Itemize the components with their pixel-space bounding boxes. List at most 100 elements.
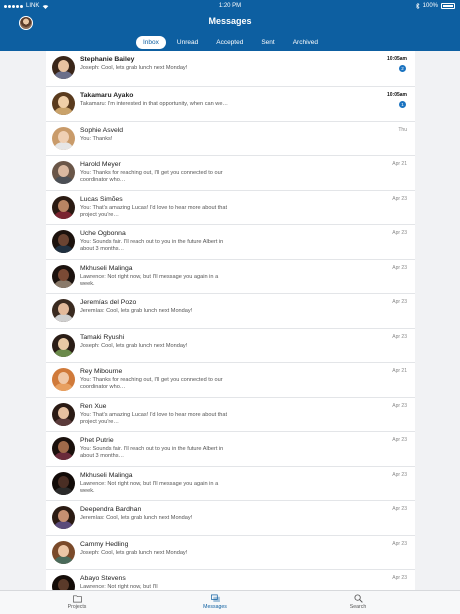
message-time: Apr 23 xyxy=(392,264,407,271)
contact-name: Abayo Stevens xyxy=(80,575,126,582)
message-preview: Lawrence: Not right now, but I'll messag… xyxy=(80,273,219,287)
message-time: Apr 23 xyxy=(392,230,407,236)
contact-name: Deependra Bardhan xyxy=(80,506,142,513)
message-time: Apr 23 xyxy=(392,402,407,409)
message-preview: You: Thanks! xyxy=(80,135,113,142)
message-row[interactable]: Deependra Bardhan Jeremías: Cool, lets gr… xyxy=(46,501,415,536)
contact-name: Takamaru Ayako xyxy=(80,92,134,99)
contact-name: Ren Xue xyxy=(80,402,107,410)
message-time: Apr 23 xyxy=(392,299,407,305)
message-preview: Jeremías: Cool, lets grab lunch next Mon… xyxy=(80,515,193,521)
message-time: 10:05am xyxy=(386,92,407,98)
battery-percent: 100% xyxy=(422,3,438,9)
avatar xyxy=(52,437,75,460)
message-row[interactable]: Rey Mibourne You: Thanks for reaching out… xyxy=(46,363,415,398)
contact-name: Rey Mibourne xyxy=(80,368,123,375)
avatar xyxy=(52,195,75,219)
message-time: Apr 23 xyxy=(392,506,407,512)
message-row[interactable]: Abayo Stevens Lawrence: Not right now, bu… xyxy=(46,570,415,590)
unread-badge: 1 xyxy=(399,101,406,108)
message-preview: You: Thanks for reaching out, I'll get y… xyxy=(80,170,223,183)
contact-name: Stephanie Bailey xyxy=(80,56,135,63)
tabbar-search[interactable]: Search xyxy=(328,594,388,610)
message-row[interactable]: Harold Meyer You: Thanks for reaching out… xyxy=(46,156,415,191)
message-row[interactable]: Cammy Hedling Joseph: Cool, lets grab lun… xyxy=(46,536,415,570)
avatar xyxy=(52,333,75,357)
messages-icon xyxy=(185,594,245,603)
avatar xyxy=(52,264,75,288)
message-time: 10:05am xyxy=(386,56,407,62)
bluetooth-icon xyxy=(415,3,420,9)
message-row[interactable]: Uche Ogbonna You: Sounds fair. I'll reach… xyxy=(46,225,415,260)
message-preview: You: Sounds fair. I'll reach out to you … xyxy=(80,239,224,252)
filter-tabs: Inbox Unread Accepted Sent Archived xyxy=(0,34,460,51)
tabbar-projects[interactable]: Projects xyxy=(47,594,107,610)
folder-icon xyxy=(47,594,107,603)
contact-name: Jeremías del Pozo xyxy=(80,299,137,306)
message-list: Stephanie Bailey Joseph: Cool, lets grab … xyxy=(46,51,415,590)
tabbar-label: Search xyxy=(349,604,367,610)
contact-name: Tamaki Ryushi xyxy=(80,333,125,341)
avatar xyxy=(52,471,75,495)
message-time: Apr 23 xyxy=(392,333,407,340)
message-preview: You: Sounds fair. I'll reach out to you … xyxy=(80,446,224,459)
message-preview: Joseph: Cool, lets grab lunch next Monda… xyxy=(80,342,188,349)
message-row[interactable]: Mkhuseli Malinga Lawrence: Not right now,… xyxy=(46,260,415,294)
avatar xyxy=(52,402,75,426)
message-preview: Lawrence: Not right now, but I'll messag… xyxy=(80,480,219,494)
message-row[interactable]: Stephanie Bailey Joseph: Cool, lets grab … xyxy=(46,51,415,87)
message-time: Apr 23 xyxy=(392,575,407,581)
contact-name: Harold Meyer xyxy=(80,161,121,168)
tab-archived[interactable]: Archived xyxy=(286,36,325,49)
clock: 1:20 PM xyxy=(218,3,242,9)
unread-badge: 2 xyxy=(399,65,406,72)
contact-name: Mkhuseli Malinga xyxy=(80,264,133,272)
avatar xyxy=(52,575,75,590)
message-time: Apr 21 xyxy=(392,368,407,374)
tab-unread[interactable]: Unread xyxy=(170,36,205,49)
message-row[interactable]: Jeremías del Pozo Jeremías: Cool, lets gr… xyxy=(46,294,415,329)
message-row[interactable]: Phet Putrie You: Sounds fair. I'll reach … xyxy=(46,432,415,467)
message-row[interactable]: Sophie Asveld You: Thanks! Thu xyxy=(46,122,415,156)
tab-inbox[interactable]: Inbox xyxy=(136,36,166,49)
tab-accepted[interactable]: Accepted xyxy=(209,36,250,49)
page-title: Messages xyxy=(208,16,252,26)
contact-name: Sophie Asveld xyxy=(80,126,124,134)
message-preview: Joseph: Cool, lets grab lunch next Monda… xyxy=(80,65,188,71)
message-preview: You: That's amazing Lucas! I'd love to h… xyxy=(80,204,228,218)
tab-sent[interactable]: Sent xyxy=(254,36,281,49)
message-row[interactable]: Mkhuseli Malinga Lawrence: Not right now,… xyxy=(46,467,415,501)
message-preview: Joseph: Cool, lets grab lunch next Monda… xyxy=(80,549,188,556)
contact-name: Cammy Hedling xyxy=(80,540,129,548)
message-time: Apr 23 xyxy=(392,540,407,547)
status-bar: LINK 1:20 PM 100% xyxy=(0,3,460,13)
avatar xyxy=(52,540,75,564)
contact-name: Lucas Simões xyxy=(80,195,123,203)
bottom-tab-bar: Projects Messages Search xyxy=(0,590,460,614)
message-row[interactable]: Lucas Simões You: That's amazing Lucas! I… xyxy=(46,191,415,225)
message-preview: Takamaru: I'm interested in that opportu… xyxy=(80,101,229,107)
message-row[interactable]: Takamaru Ayako Takamaru: I'm interested i… xyxy=(46,87,415,122)
avatar xyxy=(52,56,75,79)
message-preview: You: Thanks for reaching out, I'll get y… xyxy=(80,377,223,390)
avatar xyxy=(52,161,75,184)
message-time: Thu xyxy=(398,126,407,133)
tabbar-label: Projects xyxy=(67,604,87,610)
message-preview: Jeremías: Cool, lets grab lunch next Mon… xyxy=(80,308,193,314)
avatar xyxy=(52,299,75,322)
message-row[interactable]: Ren Xue You: That's amazing Lucas! I'd lo… xyxy=(46,398,415,432)
contact-name: Uche Ogbonna xyxy=(80,230,126,237)
avatar xyxy=(52,368,75,391)
message-time: Apr 23 xyxy=(392,437,407,443)
tabbar-label: Messages xyxy=(203,604,227,610)
avatar xyxy=(52,126,75,150)
avatar xyxy=(52,506,75,529)
battery-icon xyxy=(441,3,455,9)
search-icon xyxy=(328,594,388,603)
message-row[interactable]: Tamaki Ryushi Joseph: Cool, lets grab lun… xyxy=(46,329,415,363)
message-time: Apr 23 xyxy=(392,471,407,478)
message-preview: You: That's amazing Lucas! I'd love to h… xyxy=(80,411,228,425)
message-time: Apr 21 xyxy=(392,161,407,167)
tabbar-messages[interactable]: Messages xyxy=(185,594,245,610)
contact-name: Mkhuseli Malinga xyxy=(80,471,133,479)
